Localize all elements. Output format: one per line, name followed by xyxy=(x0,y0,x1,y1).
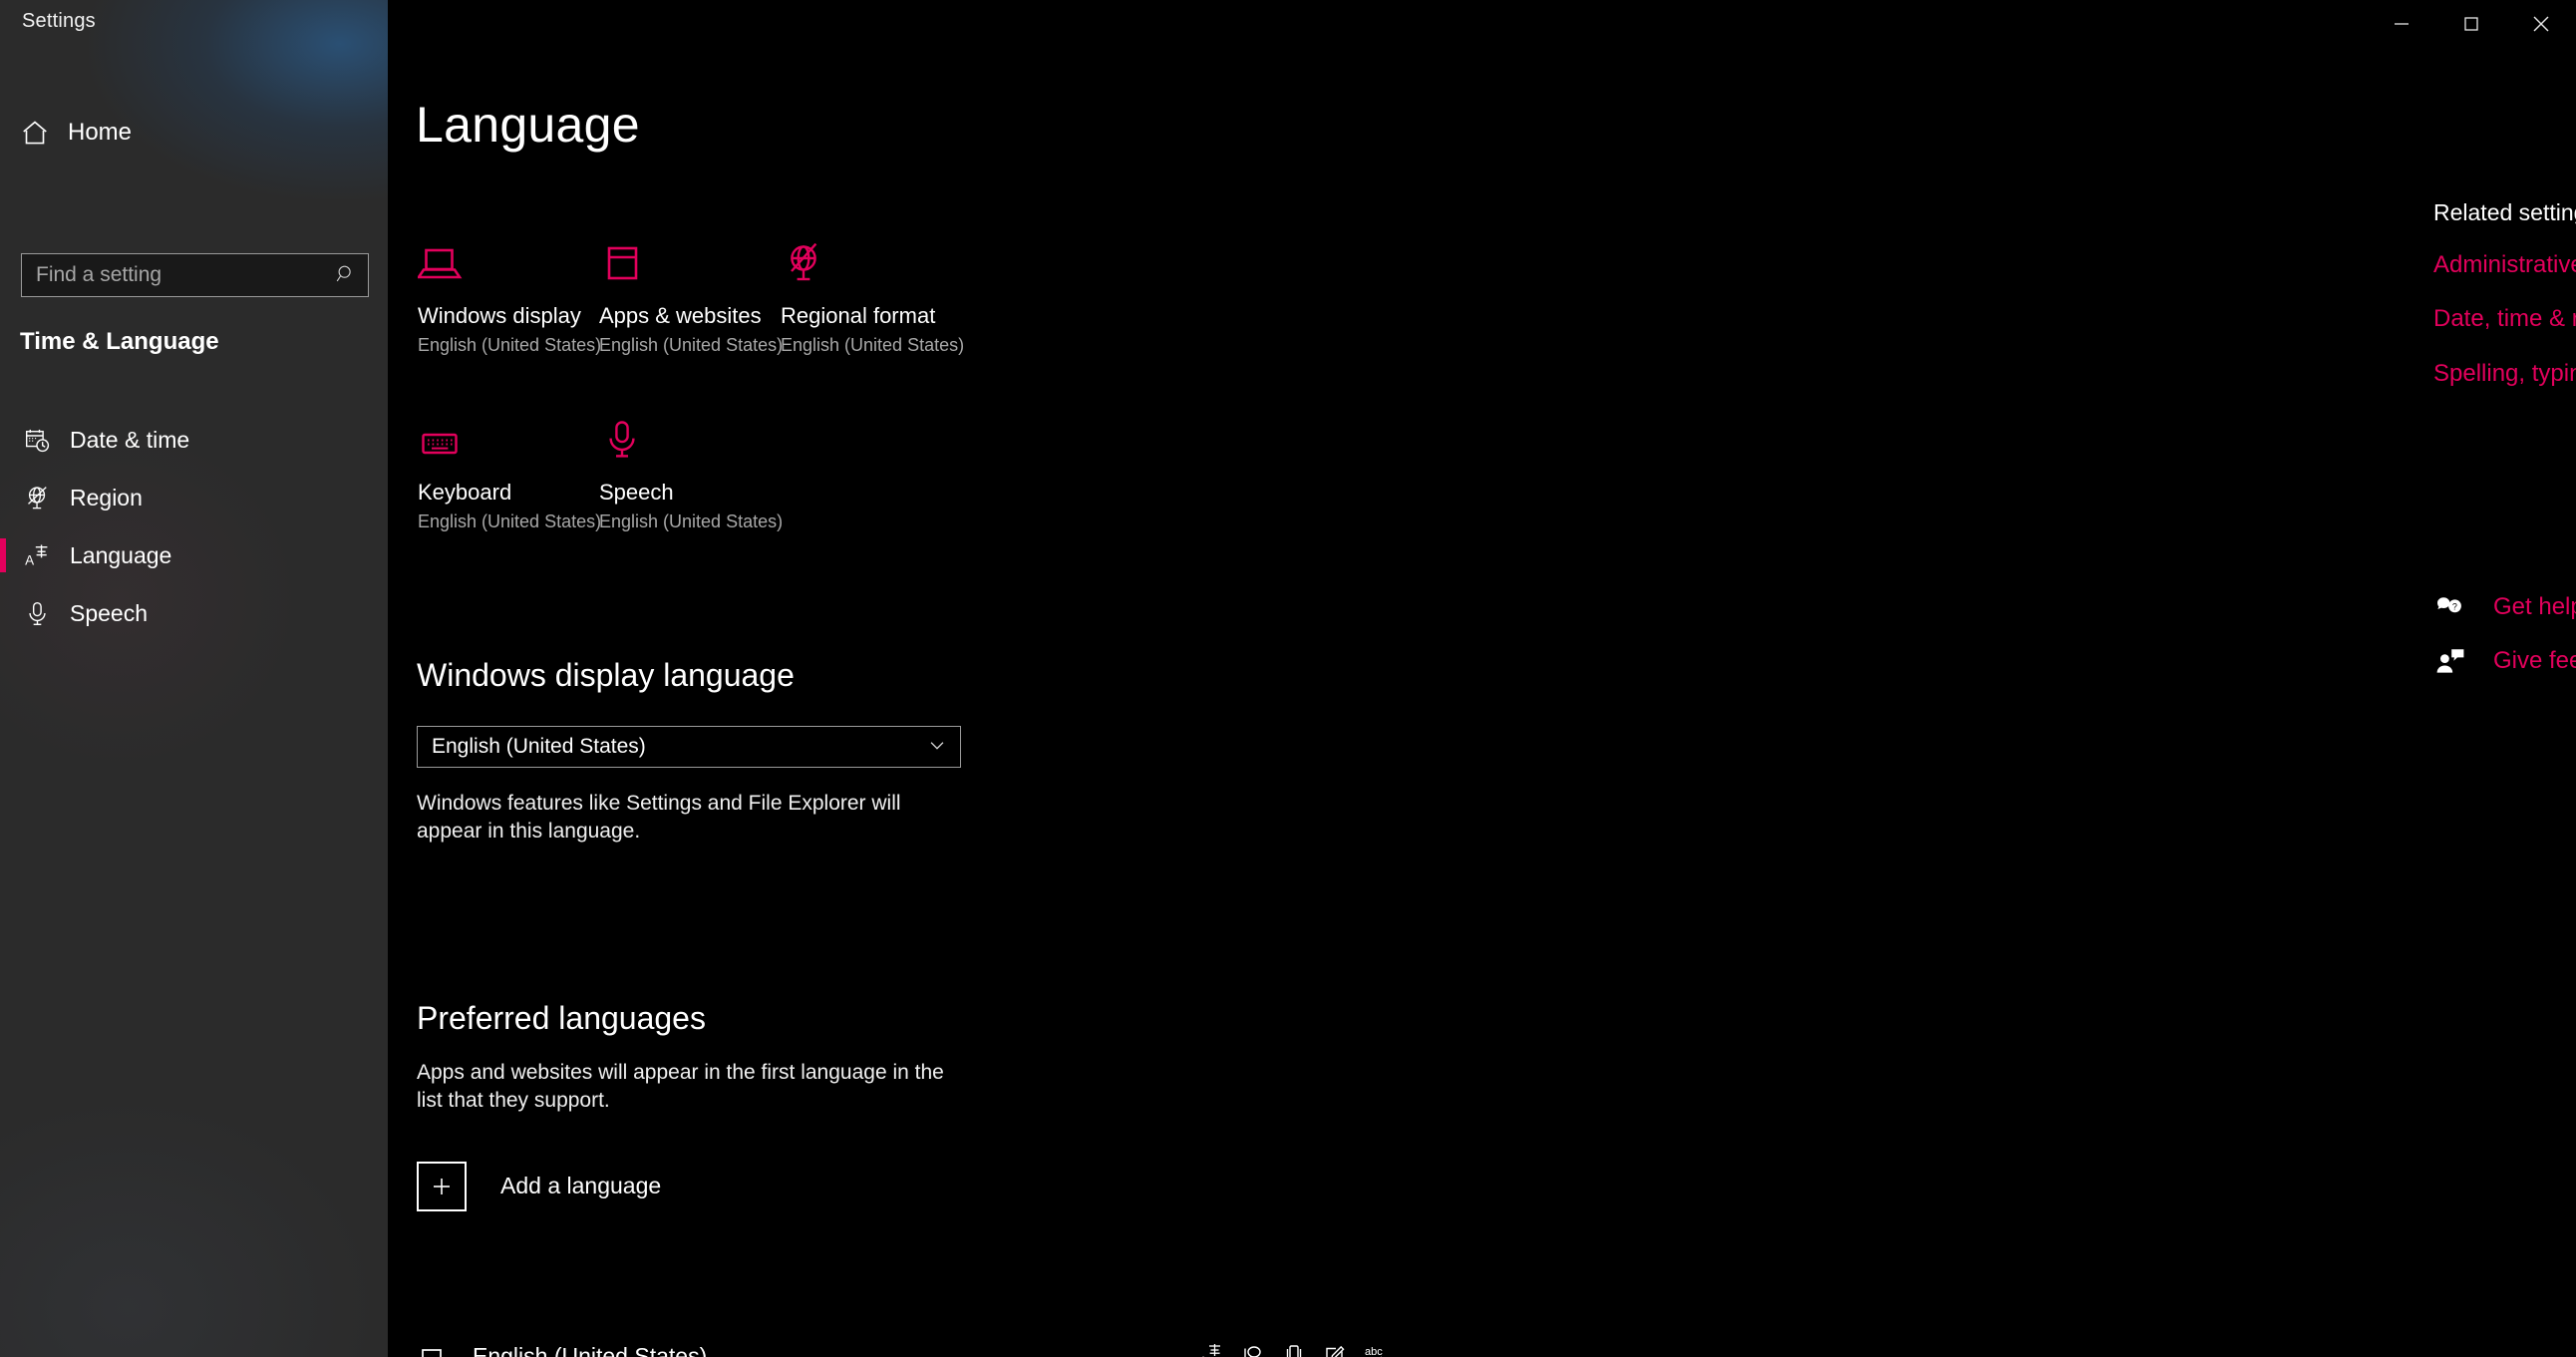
handwriting-icon xyxy=(1282,1342,1306,1357)
tile-subtitle: English (United States) xyxy=(599,335,784,355)
sidebar-item-label: Speech xyxy=(70,599,149,626)
language-summary-tiles: Windows display English (United States) … xyxy=(418,231,1155,532)
related-settings: Related settings Administrative language… xyxy=(2433,199,2576,388)
spellcheck-abc-icon: abc xyxy=(1364,1342,1390,1357)
window-titlebar xyxy=(2367,0,2576,47)
list-item-label: English (United States) xyxy=(473,1342,708,1357)
give-feedback-label: Give feedback xyxy=(2493,647,2576,674)
feedback-person-icon xyxy=(2433,647,2467,675)
related-link-spelling-typing-keyboard-settings[interactable]: Spelling, typing, & keyboard settings xyxy=(2433,359,2576,388)
sidebar-item-date-time[interactable]: Date & time xyxy=(0,411,388,469)
microphone-icon xyxy=(20,596,54,630)
keyboard-icon xyxy=(418,408,599,462)
maximize-icon xyxy=(2464,16,2478,31)
app-title: Settings xyxy=(22,10,96,32)
page-title: Language xyxy=(416,97,640,153)
tile-subtitle: English (United States) xyxy=(599,511,784,531)
language-a-character-icon: A xyxy=(20,538,54,572)
sidebar-acrylic-glow xyxy=(89,0,388,199)
close-button[interactable] xyxy=(2506,0,2576,47)
display-language-select[interactable]: English (United States) xyxy=(417,726,961,768)
sidebar-nav-list: Date & time Region A Language Speech xyxy=(0,411,388,642)
minimize-icon xyxy=(2395,22,2409,25)
give-feedback-link[interactable]: Give feedback xyxy=(2433,647,2576,675)
search-submit-button[interactable] xyxy=(324,254,368,296)
search-icon xyxy=(335,263,357,288)
tile-title: Apps & websites xyxy=(599,303,762,328)
sidebar-item-home-label: Home xyxy=(68,119,133,146)
globe-stand-icon xyxy=(781,231,962,285)
plus-icon xyxy=(417,1161,467,1211)
sidebar-item-label: Date & time xyxy=(70,426,190,453)
svg-text:abc: abc xyxy=(1365,1346,1383,1357)
close-icon xyxy=(2533,16,2549,31)
browser-window-icon xyxy=(599,231,781,285)
display-language-value: English (United States) xyxy=(432,735,646,758)
search-box[interactable] xyxy=(21,253,369,297)
laptop-icon xyxy=(418,231,599,285)
sidebar-acrylic-glow-bottom xyxy=(0,1098,379,1357)
tile-windows-display[interactable]: Windows display English (United States) xyxy=(418,231,602,356)
preferred-languages-section: Preferred languages Apps and websites wi… xyxy=(417,1000,1334,1211)
sidebar-item-speech[interactable]: Speech xyxy=(0,584,388,642)
tile-speech[interactable]: Speech English (United States) xyxy=(599,408,784,532)
tile-title: Keyboard xyxy=(418,480,512,505)
sidebar-item-label: Language xyxy=(70,541,172,568)
tile-apps-websites[interactable]: Apps & websites English (United States) xyxy=(599,231,784,356)
related-link-administrative-language-settings[interactable]: Administrative language settings xyxy=(2433,251,2576,280)
add-language-label: Add a language xyxy=(500,1173,662,1199)
tile-title: Regional format xyxy=(781,303,936,328)
settings-window: Settings Home Find a setting Time & Lang… xyxy=(0,0,2576,1357)
section-heading: Preferred languages xyxy=(417,1000,706,1036)
tile-row-1: Windows display English (United States) … xyxy=(418,231,1155,356)
maximize-button[interactable] xyxy=(2436,0,2506,47)
tile-title: Windows display xyxy=(418,303,581,328)
svg-text:A: A xyxy=(25,552,34,567)
add-language-button[interactable]: Add a language xyxy=(417,1161,1334,1211)
tile-subtitle: English (United States) xyxy=(418,335,602,355)
question-bubble-icon: ? xyxy=(2433,594,2467,620)
globe-stand-icon xyxy=(20,481,54,514)
chevron-down-icon xyxy=(926,734,948,761)
tile-title: Speech xyxy=(599,480,674,505)
preferred-languages-description: Apps and websites will appear in the fir… xyxy=(417,1061,944,1113)
list-item[interactable]: English (United States) A xyxy=(417,1326,1383,1357)
language-feature-icons: A xyxy=(1200,1342,1390,1357)
minimize-button[interactable] xyxy=(2367,0,2436,47)
tile-row-2: Keyboard English (United States) Speech … xyxy=(418,408,1155,532)
microphone-icon xyxy=(599,408,781,462)
windows-display-language-section: Windows display language English (United… xyxy=(417,657,1334,847)
sidebar-item-language[interactable]: A Language xyxy=(0,526,388,584)
display-language-description: Windows features like Settings and File … xyxy=(417,792,901,844)
tile-regional-format[interactable]: Regional format English (United States) xyxy=(781,231,965,356)
tile-keyboard[interactable]: Keyboard English (United States) xyxy=(418,408,602,532)
search-input[interactable] xyxy=(22,254,324,296)
svg-text:?: ? xyxy=(2452,601,2457,611)
selection-indicator xyxy=(0,538,6,572)
speech-icon xyxy=(1241,1342,1265,1357)
get-help-link[interactable]: ? Get help xyxy=(2433,593,2576,621)
tile-subtitle: English (United States) xyxy=(781,335,965,355)
sidebar-item-home[interactable]: Home xyxy=(0,108,388,158)
main-content: Language Windows display English (United… xyxy=(388,0,2576,1357)
sidebar-category-heading: Time & Language xyxy=(20,328,219,355)
sidebar-item-region[interactable]: Region xyxy=(0,469,388,526)
sidebar-item-label: Region xyxy=(70,484,143,510)
sidebar: Settings Home Find a setting Time & Lang… xyxy=(0,0,388,1357)
related-settings-heading: Related settings xyxy=(2433,199,2576,225)
ink-pen-icon xyxy=(1323,1342,1347,1357)
tile-subtitle: English (United States) xyxy=(418,511,602,531)
calendar-clock-icon xyxy=(20,423,54,457)
get-help-label: Get help xyxy=(2493,593,2576,620)
section-heading: Windows display language xyxy=(417,657,795,693)
flag-icon xyxy=(417,1343,455,1357)
related-link-date-time-regional-formatting[interactable]: Date, time & regional formatting xyxy=(2433,305,2576,334)
home-icon xyxy=(20,118,54,148)
language-pack-icon: A xyxy=(1200,1342,1224,1357)
help-links: ? Get help Give feedback xyxy=(2433,593,2576,701)
